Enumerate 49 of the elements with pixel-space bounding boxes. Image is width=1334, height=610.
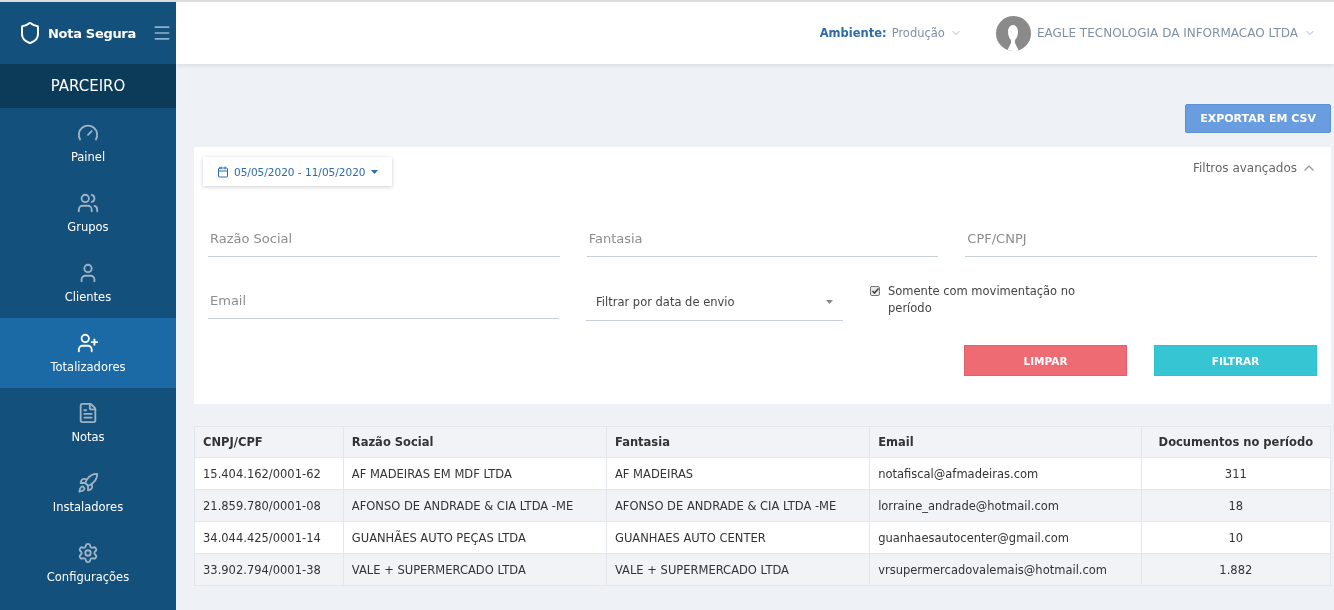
table-cell: 21.859.780/0001-08 xyxy=(194,489,344,522)
user-plus-icon xyxy=(77,332,99,354)
table-cell: 18 xyxy=(1141,489,1331,522)
table-cell: GUANHAES AUTO CENTER xyxy=(606,521,870,554)
table-cell: notafiscal@afmadeiras.com xyxy=(869,457,1142,490)
column-header: Razão Social xyxy=(343,426,607,458)
column-header: Fantasia xyxy=(606,426,870,458)
table-cell: 10 xyxy=(1141,521,1331,554)
settings-icon xyxy=(77,542,99,564)
table-cell: AF MADEIRAS EM MDF LTDA xyxy=(343,457,607,490)
column-header: Documentos no período xyxy=(1141,426,1331,458)
nav-item[interactable]: Notas xyxy=(0,388,176,458)
nav-item[interactable]: Clientes xyxy=(0,248,176,318)
table-cell: AFONSO DE ANDRADE & CIA LTDA -ME xyxy=(343,489,607,522)
caret-icon xyxy=(370,169,378,174)
nav-item[interactable]: Totalizadores xyxy=(0,318,176,388)
table-cell: GUANHÃES AUTO PEÇAS LTDA xyxy=(343,521,607,554)
table-cell: 34.044.425/0001-14 xyxy=(194,521,344,554)
table-cell: VALE + SUPERMERCADO LTDA xyxy=(343,553,607,586)
nav-item[interactable]: Configurações xyxy=(0,528,176,598)
table-cell: 33.902.794/0001-38 xyxy=(194,553,344,586)
nav-item[interactable]: Grupos xyxy=(0,178,176,248)
table-cell: 15.404.162/0001-62 xyxy=(194,457,344,490)
table-cell: guanhaesautocenter@gmail.com xyxy=(869,521,1142,554)
date-range-picker[interactable]: 05/05/2020 - 11/05/2020 xyxy=(203,157,392,186)
column-header: CNPJ/CPF xyxy=(194,426,344,458)
table-cell: 1.882 xyxy=(1141,553,1331,586)
avatar xyxy=(995,15,1031,51)
users-icon xyxy=(77,192,99,214)
checkbox[interactable] xyxy=(870,286,880,296)
document-icon xyxy=(77,402,99,424)
table-cell: lorraine_andrade@hotmail.com xyxy=(869,489,1142,522)
environment-label: Ambiente: xyxy=(819,26,887,40)
advanced-filters-toggle[interactable]: Filtros avançados xyxy=(1192,160,1317,176)
caret-icon xyxy=(826,299,833,304)
table-cell: 311 xyxy=(1141,457,1331,490)
table-cell: VALE + SUPERMERCADO LTDA xyxy=(606,553,870,586)
rocket-icon xyxy=(77,472,99,494)
date-filter-select[interactable]: Filtrar por data de envio xyxy=(586,283,843,321)
nav-item[interactable]: Instaladores xyxy=(0,458,176,528)
calendar-icon xyxy=(217,165,229,178)
table-cell: vrsupermercadovalemais@hotmail.com xyxy=(869,553,1142,586)
shield-logo-icon xyxy=(18,21,42,45)
section-title: PARCEIRO xyxy=(0,64,176,108)
column-header: Email xyxy=(869,426,1142,458)
table-cell: AF MADEIRAS xyxy=(606,457,870,490)
table-cell: AFONSO DE ANDRADE & CIA LTDA -ME xyxy=(606,489,870,522)
nav-item[interactable]: Painel xyxy=(0,108,176,178)
brand-name: Nota Segura xyxy=(48,25,136,41)
